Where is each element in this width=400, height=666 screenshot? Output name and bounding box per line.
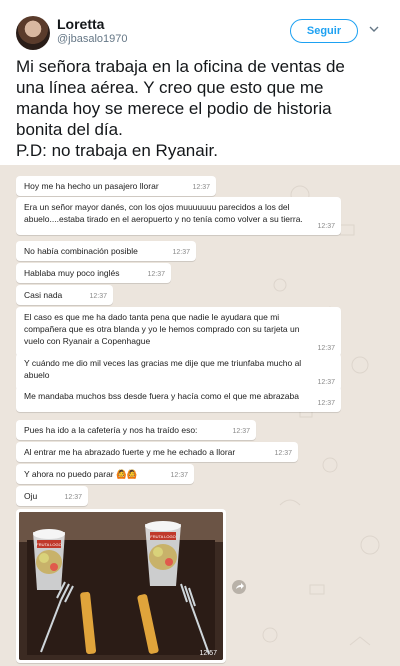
chat-message: Hablaba muy poco inglés 12:37 [16, 263, 171, 283]
cup-label: FRUTA LOGO [36, 542, 61, 547]
chat-message: Al entrar me ha abrazado fuerte y me he … [16, 442, 298, 462]
message-time: 12:37 [170, 472, 188, 479]
forward-icon[interactable] [232, 580, 246, 594]
message-text: Me mandaba muchos bss desde fuera y hací… [24, 391, 299, 401]
tweet-line: manda hoy se merece el podio de historia [16, 99, 332, 118]
chat-message: Oju 12:37 [16, 486, 88, 506]
chat-message: Pues ha ido a la cafetería y nos ha traí… [16, 420, 256, 440]
message-body: Y ahora no puedo parar [24, 469, 114, 479]
photo-message[interactable]: FRUTA LOGO FRUTA LOGO 12:57 [16, 509, 226, 663]
chat-message: No había combinación posible 12:37 [16, 241, 196, 261]
message-text: El caso es que me ha dado tanta pena que… [24, 312, 300, 346]
chat-message: Y ahora no puedo parar 🙆🙆 12:37 [16, 464, 194, 484]
author-name[interactable]: Loretta [57, 16, 104, 32]
chat-message: El caso es que me ha dado tanta pena que… [16, 307, 341, 357]
message-time: 12:37 [192, 184, 210, 191]
tweet-line: Mi señora trabaja en la oficina de venta… [16, 57, 345, 76]
chat-screenshot: Hoy me ha hecho un pasajero llorar 12:37… [0, 165, 400, 666]
message-time: 12:37 [274, 450, 292, 457]
chat-message: Hoy me ha hecho un pasajero llorar 12:37 [16, 176, 216, 196]
tweet-header: Loretta @jbasalo1970 Seguir [0, 0, 400, 56]
message-time: 12:37 [89, 293, 107, 300]
message-text: Era un señor mayor danés, con los ojos m… [24, 202, 303, 224]
message-text: Al entrar me ha abrazado fuerte y me he … [24, 447, 236, 457]
follow-button[interactable]: Seguir [290, 19, 358, 43]
message-text: Hoy me ha hecho un pasajero llorar [24, 181, 159, 191]
avatar[interactable] [16, 16, 50, 50]
message-time: 12:37 [232, 428, 250, 435]
message-time: 12:37 [147, 271, 165, 278]
chevron-down-icon[interactable] [369, 24, 379, 34]
tweet-line: bonita del día. [16, 120, 123, 139]
message-time: 12:37 [317, 400, 335, 407]
chat-message: Era un señor mayor danés, con los ojos m… [16, 197, 341, 235]
message-time: 12:37 [64, 494, 82, 501]
message-text: Pues ha ido a la cafetería y nos ha traí… [24, 425, 198, 435]
message-time: 12:37 [317, 223, 335, 230]
message-text: No había combinación posible [24, 246, 138, 256]
chat-message: Me mandaba muchos bss desde fuera y hací… [16, 386, 341, 412]
tweet-text: Mi señora trabaja en la oficina de venta… [16, 56, 386, 161]
message-text: Y ahora no puedo parar 🙆🙆 [24, 468, 186, 480]
cup-label: FRUTA LOGO [150, 534, 175, 539]
emoji-pair: 🙆🙆 [116, 469, 138, 479]
tweet-line: una línea aérea. Y creo que esto que me [16, 78, 324, 97]
message-text: Y cuándo me dio mil veces las gracias me… [24, 358, 302, 380]
shared-photo[interactable]: FRUTA LOGO FRUTA LOGO 12:57 [19, 512, 223, 660]
author-handle[interactable]: @jbasalo1970 [57, 33, 128, 45]
chat-message: Casi nada 12:37 [16, 285, 113, 305]
message-time: 12:37 [172, 249, 190, 256]
photo-time: 12:57 [199, 650, 217, 657]
message-text: Hablaba muy poco inglés [24, 268, 120, 278]
tweet-line: P.D: no trabaja en Ryanair. [16, 141, 218, 160]
photo-content: FRUTA LOGO FRUTA LOGO [19, 512, 223, 660]
